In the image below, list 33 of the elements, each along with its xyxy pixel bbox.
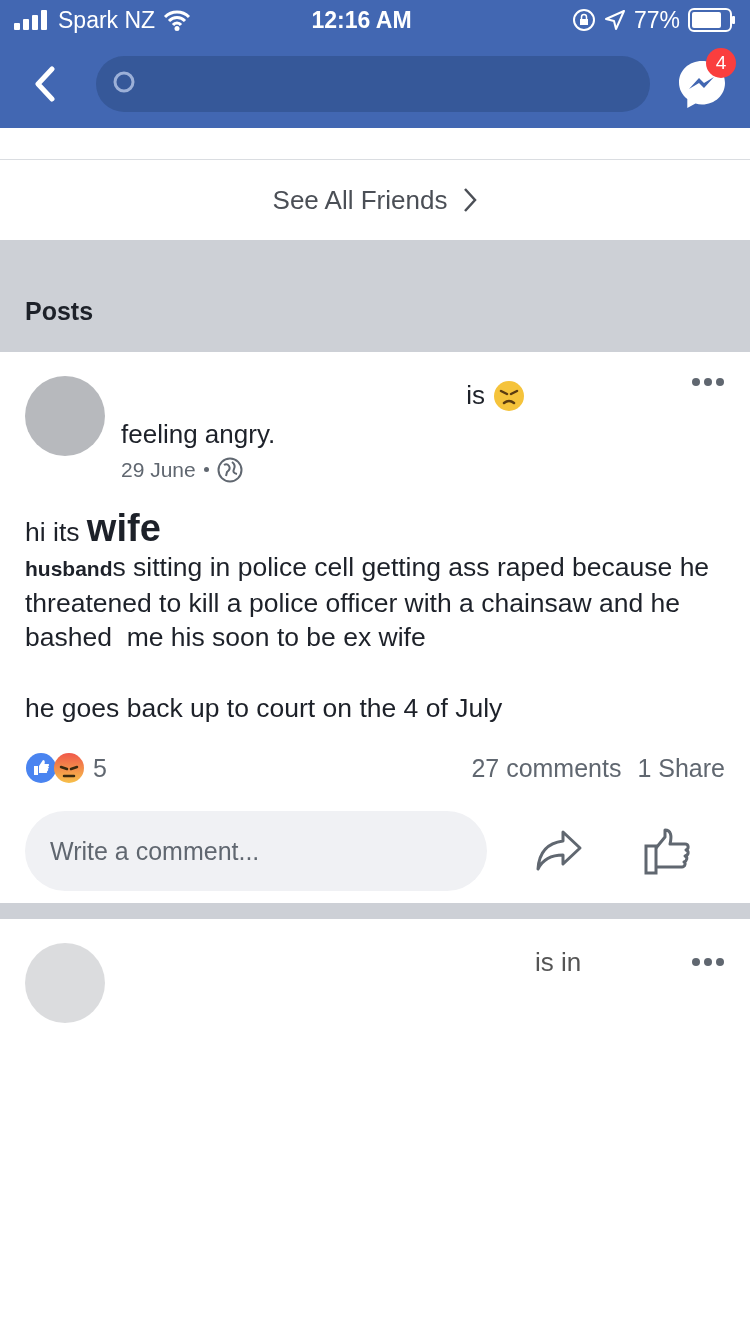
carrier-name: Spark NZ	[58, 5, 156, 35]
battery-icon	[688, 8, 736, 32]
clock-time: 12:16 AM	[311, 5, 412, 35]
comment-count-link[interactable]: 27 comments	[471, 749, 622, 787]
rotation-lock-icon	[571, 8, 596, 32]
share-icon[interactable]	[535, 829, 583, 873]
like-reaction-icon	[25, 752, 57, 785]
share-count-link[interactable]: 1 Share	[637, 749, 725, 787]
like-icon[interactable]	[643, 826, 693, 876]
chevron-right-icon	[463, 187, 478, 213]
feeling-text: feeling angry.	[121, 418, 277, 451]
search-field[interactable]	[96, 56, 650, 112]
notification-count: 4	[706, 48, 736, 78]
post-date[interactable]: 29 June	[121, 454, 196, 486]
globe-icon	[216, 456, 243, 483]
post-text: hi its wife	[25, 509, 162, 550]
signal-icon	[14, 10, 50, 30]
comment-field[interactable]: Write a comment...	[25, 811, 487, 891]
back-icon[interactable]	[34, 66, 56, 102]
separator-dot	[203, 467, 209, 473]
angry-emoji-icon	[493, 379, 525, 412]
post-text: husbands sitting in police cell getting ass raped because he threatened to kill a police officer with a chainsaw and he bashed me his soon to be ex wife	[25, 550, 711, 654]
status-verb: is	[466, 379, 485, 412]
status-text-fragment: is in	[534, 946, 583, 979]
section-heading: Posts	[25, 295, 94, 327]
see-all-friends-link[interactable]: See All Friends	[272, 180, 448, 220]
angry-reaction-icon	[53, 752, 85, 785]
post-text: he goes back up to court on the 4 of July	[25, 691, 504, 725]
wifi-icon	[163, 9, 192, 31]
battery-percent: 77%	[633, 5, 680, 35]
location-arrow-icon	[603, 9, 626, 31]
reaction-count[interactable]: 5	[93, 749, 107, 787]
more-options-icon[interactable]	[691, 957, 725, 969]
